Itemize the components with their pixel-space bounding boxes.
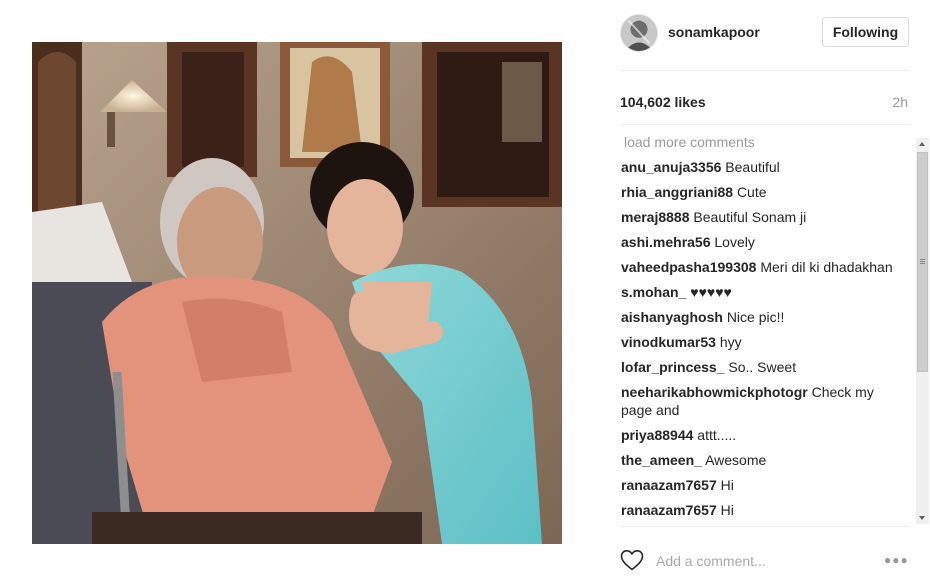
comment-text: Hi <box>720 477 734 493</box>
comment-username[interactable]: lofar_princess_ <box>621 359 725 375</box>
add-comment-input[interactable] <box>656 551 856 571</box>
comment-text: Lovely <box>714 234 755 250</box>
comment-username[interactable]: vaheedpasha199308 <box>621 259 756 275</box>
comment-username[interactable]: ashi.mehra56 <box>621 234 711 250</box>
comment-text: Meri dil ki dhadakhan <box>760 259 893 275</box>
comment-item: vaheedpasha199308 Meri dil ki dhadakhan <box>621 258 901 276</box>
comment-username[interactable]: vinodkumar53 <box>621 334 716 350</box>
comment-text: ♥♥♥♥♥ <box>690 284 732 300</box>
comment-username[interactable]: aishanyaghosh <box>621 309 723 325</box>
comment-item: ranaazam7657 Hi <box>621 476 901 494</box>
post-header: sonamkapoor Following <box>620 14 910 52</box>
comments-scrollbar[interactable] <box>916 138 929 524</box>
comment-username[interactable]: the_ameen_ <box>621 452 702 468</box>
comment-username[interactable]: meraj8888 <box>621 209 690 225</box>
comment-item: anu_anuja3356 Beautiful <box>621 158 901 176</box>
comment-text: Awesome <box>705 452 767 468</box>
divider <box>620 124 910 125</box>
comment-item: the_ameen_ Awesome <box>621 451 901 469</box>
divider <box>620 526 910 527</box>
post-photo-image <box>32 42 562 544</box>
post-photo[interactable] <box>32 42 562 544</box>
comment-item: rhia_anggriani88 Cute <box>621 183 901 201</box>
comment-text: Cute <box>736 184 767 200</box>
load-more-comments-button[interactable]: load more comments <box>624 133 901 151</box>
comment-username[interactable]: neeharikabhowmickphotogr <box>621 384 808 400</box>
comment-username[interactable]: ranaazam7657 <box>621 502 717 518</box>
divider <box>620 70 910 71</box>
comment-username[interactable]: anu_anuja3356 <box>621 159 721 175</box>
comment-username[interactable]: s.mohan_ <box>621 284 686 300</box>
comment-item: s.mohan_ ♥♥♥♥♥ <box>621 283 901 301</box>
comment-list: load more comments anu_anuja3356 Beautif… <box>621 133 901 524</box>
heart-outline-icon[interactable] <box>620 549 644 571</box>
comment-username[interactable]: priya88944 <box>621 427 693 443</box>
grip-icon <box>920 259 925 260</box>
following-button[interactable]: Following <box>822 17 909 47</box>
comment-item: ashi.mehra56 Lovely <box>621 233 901 251</box>
comment-text: Beautiful Sonam ji <box>693 209 807 225</box>
post-sidebar: sonamkapoor Following 104,602 likes 2h l… <box>620 0 930 583</box>
comment-item: vinodkumar53 hyy <box>621 333 901 351</box>
comment-text: Beautiful <box>725 159 780 175</box>
comment-text: hyy <box>719 334 742 350</box>
comment-item: lofar_princess_ So.. Sweet <box>621 358 901 376</box>
comment-item: neeharikabhowmickphotogr Check my page a… <box>621 383 901 419</box>
likes-count[interactable]: 104,602 likes <box>620 94 706 110</box>
more-options-icon[interactable]: ●●● <box>884 553 910 567</box>
comment-item: ranaazam7657 Hi <box>621 501 901 519</box>
comment-item: meraj8888 Beautiful Sonam ji <box>621 208 901 226</box>
comment-text: So.. Sweet <box>728 359 797 375</box>
avatar[interactable] <box>620 14 658 52</box>
comment-item: priya88944 attt..... <box>621 426 901 444</box>
comment-bar: ●●● <box>620 545 910 575</box>
scroll-down-arrow-icon[interactable] <box>916 512 929 524</box>
comments-panel: load more comments anu_anuja3356 Beautif… <box>620 126 930 524</box>
scrollbar-thumb[interactable] <box>917 152 928 372</box>
comment-text: attt..... <box>697 427 737 443</box>
username-link[interactable]: sonamkapoor <box>668 24 760 40</box>
avatar-image <box>621 15 657 51</box>
post-time[interactable]: 2h <box>892 94 908 110</box>
comment-item: aishanyaghosh Nice pic!! <box>621 308 901 326</box>
comment-text: Hi <box>720 502 734 518</box>
comment-text: Nice pic!! <box>726 309 785 325</box>
likes-row: 104,602 likes 2h <box>620 92 910 112</box>
comment-username[interactable]: ranaazam7657 <box>621 477 717 493</box>
comment-username[interactable]: rhia_anggriani88 <box>621 184 733 200</box>
scroll-up-arrow-icon[interactable] <box>916 138 929 150</box>
